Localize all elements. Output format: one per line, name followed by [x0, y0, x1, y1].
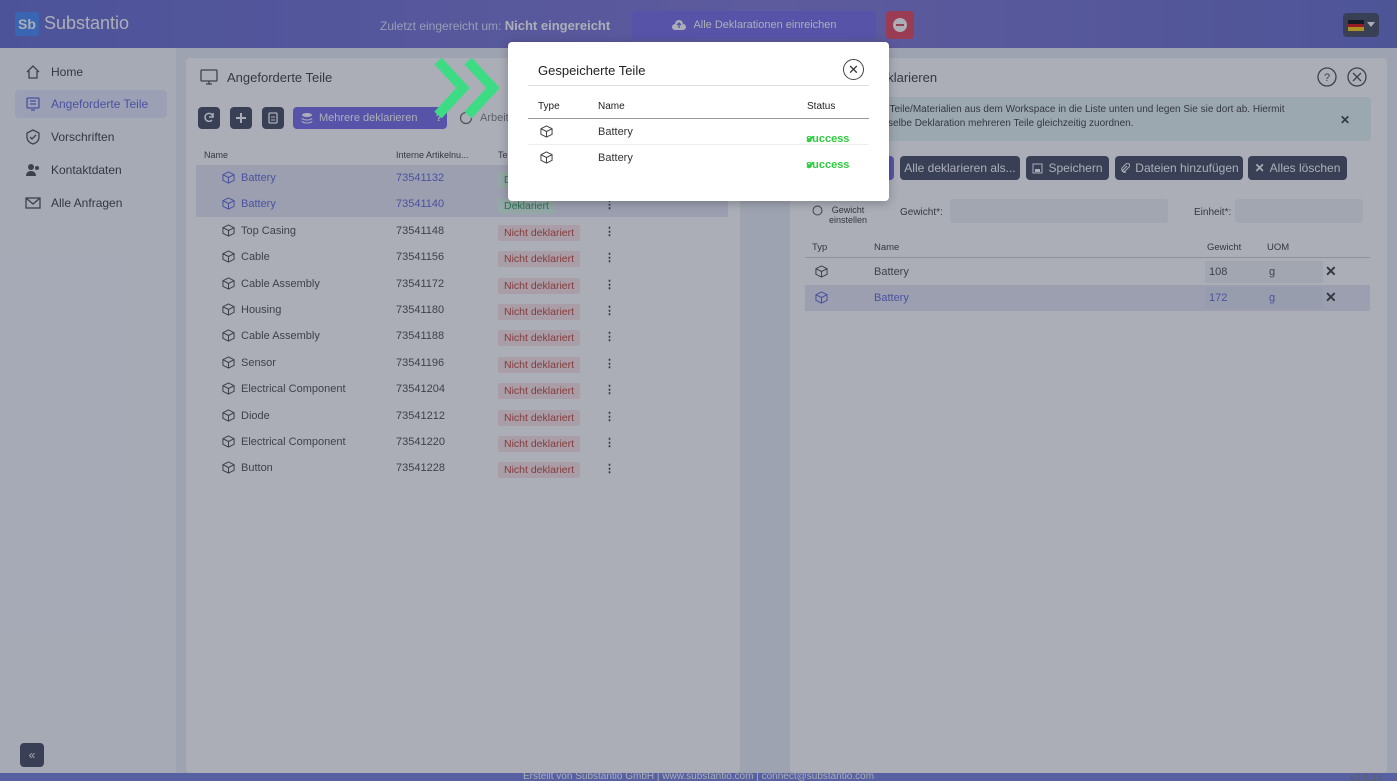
col-name: Name: [598, 101, 625, 112]
cube-icon: [540, 151, 553, 164]
part-name: Battery: [598, 152, 633, 164]
dialog-title: Gespeicherte Teile: [538, 63, 646, 78]
saved-parts-dialog: Gespeicherte Teile ✕ Type Name Status Ba…: [508, 42, 889, 201]
double-chevron-right-icon: [434, 58, 500, 118]
divider: [528, 85, 869, 86]
close-dialog-button[interactable]: ✕: [843, 59, 864, 80]
list-item: Battery ✔ success: [528, 119, 869, 146]
col-type: Type: [538, 101, 560, 112]
part-name: Battery: [598, 126, 633, 138]
col-status: Status: [807, 101, 836, 112]
cube-icon: [540, 125, 553, 138]
close-icon: ✕: [848, 61, 859, 77]
list-item: Battery ✔ success: [528, 145, 869, 172]
